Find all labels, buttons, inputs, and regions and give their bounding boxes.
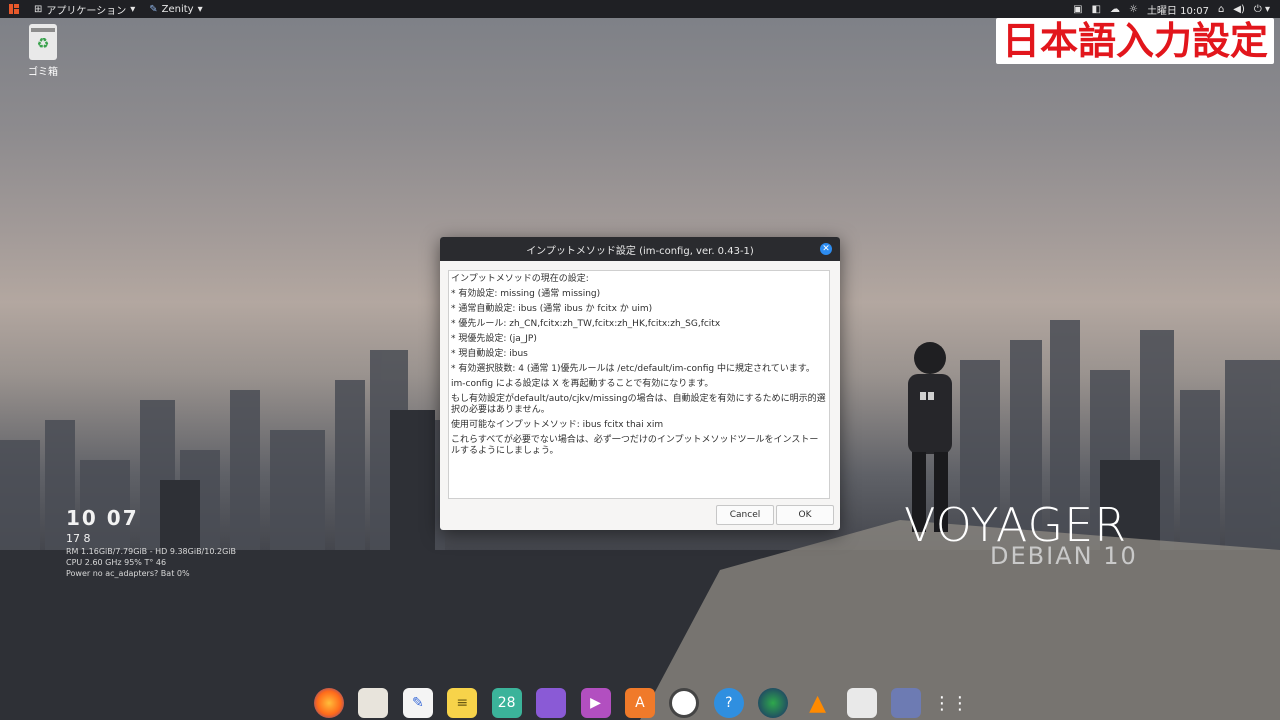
dock: ✎ ≡ 28 ▶ A ? ▲ ⋮⋮ bbox=[310, 686, 970, 720]
info-line: インプットメソッドの現在の設定: bbox=[451, 274, 589, 284]
cancel-button[interactable]: Cancel bbox=[716, 505, 774, 525]
weather-icon[interactable]: ☼ bbox=[1129, 4, 1138, 15]
distro-logo-icon bbox=[9, 4, 19, 14]
conky-memory: RM 1.16GiB/7.79GiB - HD 9.38GiB/10.2GiB bbox=[66, 547, 236, 556]
clock-label[interactable]: 土曜日 10:07 bbox=[1147, 2, 1209, 17]
circle-app-icon[interactable] bbox=[669, 688, 700, 718]
grid-icon: ⊞ bbox=[34, 3, 43, 15]
info-line: * 通常自動設定: ibus (通常 ibus か fcitx か uim) bbox=[451, 304, 653, 314]
info-line: * 現自動設定: ibus bbox=[451, 349, 528, 359]
input-method-icon[interactable]: ◧ bbox=[1092, 4, 1101, 15]
applications-menu[interactable]: ⊞ アプリケーション ▾ bbox=[34, 2, 135, 17]
calendar-icon[interactable]: 28 bbox=[491, 688, 522, 718]
info-line: 使用可能なインプットメソッド: ibus fcitx thai xim bbox=[451, 420, 664, 430]
power-icon[interactable]: ⏻ ▾ bbox=[1254, 4, 1270, 15]
cloud-icon[interactable]: ☁ bbox=[1110, 4, 1120, 15]
software-center-icon[interactable]: A bbox=[624, 688, 655, 718]
window-manager-icon[interactable] bbox=[536, 688, 567, 718]
system-menu-button[interactable] bbox=[8, 3, 20, 15]
firefox-icon[interactable] bbox=[314, 688, 344, 718]
help-glyph: ? bbox=[725, 695, 733, 711]
volume-icon[interactable]: ◀) bbox=[1233, 4, 1245, 15]
app-grid-icon[interactable]: ⋮⋮ bbox=[933, 688, 969, 718]
system-monitor-icon[interactable] bbox=[847, 688, 878, 718]
info-line: これらすべてが必要でない場合は、必ず一つだけのインプットメソッドツールをインスト… bbox=[451, 435, 819, 456]
ok-button[interactable]: OK bbox=[776, 505, 834, 525]
info-line: im-config による設定は X を再起動することで有効になります。 bbox=[451, 379, 714, 389]
conky-clock: 10 07 bbox=[66, 506, 139, 530]
im-config-dialog: インプットメソッド設定 (im-config, ver. 0.43-1) ✕ イ… bbox=[440, 237, 840, 530]
info-line: * 有効設定: missing (通常 missing) bbox=[451, 289, 601, 299]
trash-desktop-icon[interactable]: ♻ ゴミ箱 bbox=[26, 24, 60, 78]
active-window-label: Zenity bbox=[161, 3, 194, 15]
top-panel: ⊞ アプリケーション ▾ ✎ Zenity ▾ ▣ ◧ ☁ ☼ 土曜日 10:0… bbox=[0, 0, 1280, 18]
notes-icon[interactable]: ≡ bbox=[447, 688, 478, 718]
chevron-down-icon: ▾ bbox=[130, 3, 136, 15]
ebook-icon[interactable] bbox=[891, 688, 922, 718]
text-editor-icon[interactable]: ✎ bbox=[402, 688, 433, 718]
zenity-icon: ✎ bbox=[149, 3, 158, 15]
chevron-down-icon: ▾ bbox=[197, 3, 203, 15]
network-icon[interactable]: ⌂ bbox=[1218, 4, 1224, 15]
applications-menu-label: アプリケーション bbox=[46, 5, 127, 17]
trash-label: ゴミ箱 bbox=[28, 67, 58, 78]
info-line: * 現優先設定: (ja_JP) bbox=[451, 334, 537, 344]
conky-power: Power no ac_adapters? Bat 0% bbox=[66, 569, 190, 578]
info-line: * 有効選択肢数: 4 (通常 1)優先ルールは /etc/default/im… bbox=[451, 364, 815, 374]
vlc-icon[interactable]: ▲ bbox=[803, 688, 833, 718]
conky-cpu: CPU 2.60 GHz 95% T° 46 bbox=[66, 558, 167, 567]
dialog-title: インプットメソッド設定 (im-config, ver. 0.43-1) bbox=[526, 245, 754, 257]
info-line: もし有効設定がdefault/auto/cjkv/missingの場合は、自動設… bbox=[451, 394, 826, 415]
active-window-menu[interactable]: ✎ Zenity ▾ bbox=[149, 4, 202, 15]
help-icon[interactable]: ? bbox=[713, 688, 744, 718]
debian-brand: DEBIAN 10 bbox=[990, 542, 1138, 570]
info-text-area[interactable]: インプットメソッドの現在の設定: * 有効設定: missing (通常 mis… bbox=[448, 270, 830, 499]
globe-icon[interactable] bbox=[758, 688, 789, 718]
video-player-icon[interactable]: ▶ bbox=[580, 688, 611, 718]
trash-icon: ♻ bbox=[29, 24, 57, 60]
conky-widget: 10 07 17 8 RM 1.16GiB/7.79GiB - HD 9.38G… bbox=[66, 506, 236, 578]
status-area: ▣ ◧ ☁ ☼ 土曜日 10:07 ⌂ ◀) ⏻ ▾ bbox=[1073, 0, 1270, 18]
files-icon[interactable] bbox=[358, 688, 389, 718]
terminal-icon[interactable]: ▣ bbox=[1073, 4, 1082, 15]
conky-date: 17 8 bbox=[66, 532, 91, 545]
info-line: * 優先ルール: zh_CN,fcitx:zh_TW,fcitx:zh_HK,f… bbox=[451, 319, 721, 329]
close-icon[interactable]: ✕ bbox=[820, 243, 832, 255]
calendar-day: 28 bbox=[497, 695, 516, 711]
dialog-titlebar[interactable]: インプットメソッド設定 (im-config, ver. 0.43-1) ✕ bbox=[440, 237, 840, 261]
title-banner: 日本語入力設定 bbox=[995, 18, 1274, 64]
